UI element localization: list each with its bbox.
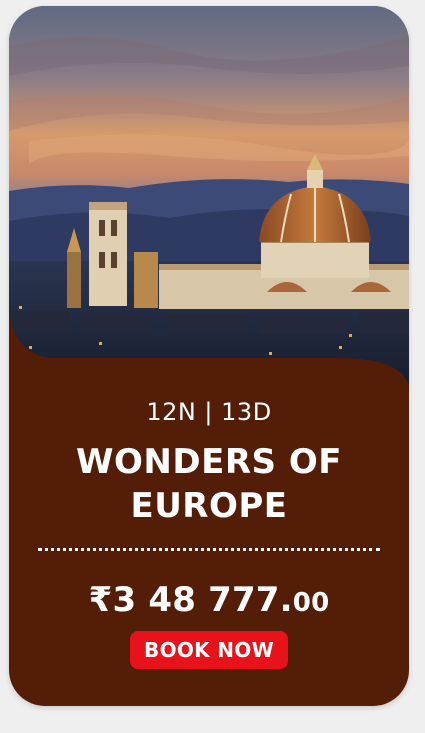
tour-package-card[interactable]: 12N | 13D Wonders of Europe ₹3 48 777.00… [9,6,409,706]
package-price: ₹3 48 777.00 [9,580,409,620]
trip-duration: 12N | 13D [146,398,272,426]
book-now-button[interactable]: BOOK NOW [130,631,288,669]
price-amount: ₹3 48 777. [88,580,293,620]
package-title: Wonders of Europe [76,442,342,526]
destination-photo [9,6,409,406]
dotted-divider [38,548,380,551]
package-details: 12N | 13D Wonders of Europe ₹3 48 777.00… [9,386,409,706]
price-decimals: 00 [292,588,330,618]
